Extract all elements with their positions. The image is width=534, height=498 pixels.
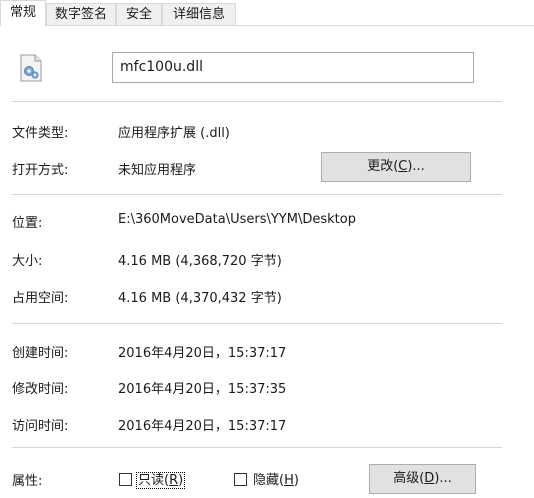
advanced-button-accesskey: D: [424, 471, 435, 486]
created-label: 创建时间:: [12, 346, 69, 361]
change-button-text: 更改(: [367, 159, 399, 174]
change-button-accesskey: C: [398, 159, 408, 174]
file-type-label: 文件类型:: [12, 126, 69, 141]
readonly-checkbox[interactable]: [119, 473, 132, 486]
tab-strip: 常规 数字签名 安全 详细信息: [0, 0, 534, 26]
separator: [12, 447, 502, 448]
readonly-suffix: ): [178, 473, 184, 488]
advanced-button-suffix: )...: [434, 471, 452, 486]
tab-details[interactable]: 详细信息: [162, 3, 236, 25]
tab-security[interactable]: 安全: [116, 3, 162, 25]
accessed-value: 2016年4月20日，15:37:17: [118, 419, 287, 434]
file-type-value: 应用程序扩展 (.dll): [118, 126, 230, 141]
modified-label: 修改时间:: [12, 382, 69, 397]
advanced-button[interactable]: 高级(D)...: [369, 464, 476, 494]
dll-file-gear-icon: [18, 54, 44, 82]
advanced-button-text: 高级(: [393, 471, 425, 486]
tab-general[interactable]: 常规: [0, 0, 46, 26]
location-label: 位置:: [12, 216, 43, 231]
separator: [12, 323, 502, 324]
change-button-suffix: )...: [407, 159, 425, 174]
hidden-suffix: ): [293, 473, 299, 488]
separator: [12, 101, 502, 102]
file-name-field[interactable]: mfc100u.dll: [112, 52, 474, 83]
opens-with-label: 打开方式:: [12, 163, 69, 178]
size-label: 大小:: [12, 254, 43, 269]
location-value: E:\360MoveData\Users\YYM\Desktop: [118, 212, 356, 227]
created-value: 2016年4月20日，15:37:17: [118, 346, 287, 361]
size-on-disk-value: 4.16 MB (4,370,432 字节): [118, 291, 282, 306]
hidden-checkbox[interactable]: [234, 473, 247, 486]
readonly-focus-ring: 只读(R): [136, 472, 186, 489]
size-value: 4.16 MB (4,368,720 字节): [118, 254, 282, 269]
readonly-checkbox-label[interactable]: 只读(R): [136, 469, 186, 489]
readonly-text: 只读(: [138, 473, 170, 488]
separator: [12, 194, 502, 195]
hidden-text: 隐藏(: [253, 473, 285, 488]
accessed-label: 访问时间:: [12, 419, 69, 434]
tab-digital-signatures[interactable]: 数字签名: [46, 3, 116, 25]
hidden-checkbox-label[interactable]: 隐藏(H): [253, 469, 299, 488]
size-on-disk-label: 占用空间:: [12, 291, 69, 306]
change-button[interactable]: 更改(C)...: [321, 152, 471, 182]
modified-value: 2016年4月20日，15:37:35: [118, 382, 287, 397]
tab-strip-divider: [0, 25, 534, 26]
opens-with-value: 未知应用程序: [118, 163, 197, 178]
hidden-accesskey: H: [284, 473, 294, 488]
attributes-label: 属性:: [12, 474, 43, 489]
readonly-accesskey: R: [169, 473, 179, 488]
